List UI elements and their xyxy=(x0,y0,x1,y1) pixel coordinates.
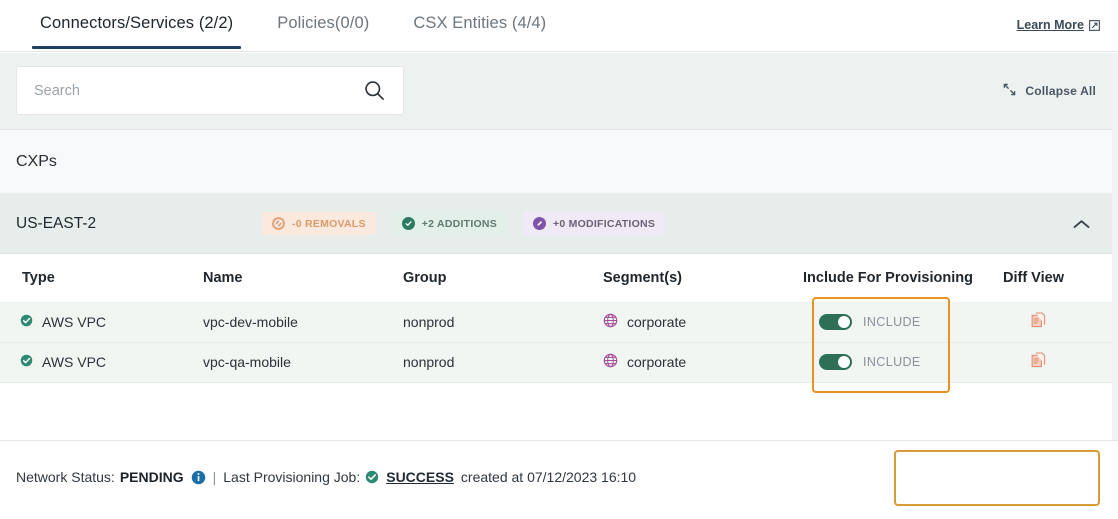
include-label: INCLUDE xyxy=(863,315,921,329)
cell-type-label: AWS VPC xyxy=(42,314,107,330)
cxps-label: CXPs xyxy=(16,152,57,170)
search-input[interactable] xyxy=(17,67,357,114)
provisioning-diff-panel: Connectors/Services (2/2) Policies(0/0) … xyxy=(0,0,1118,519)
cell-group: nonprod xyxy=(400,342,600,383)
cell-segment: corporate xyxy=(600,342,800,383)
learn-more-link[interactable]: Learn More xyxy=(1017,18,1100,32)
search-box[interactable] xyxy=(16,66,404,115)
cell-type: AWS VPC xyxy=(0,302,200,343)
cell-segment-label: corporate xyxy=(627,354,687,370)
table-row: AWS VPC vpc-dev-mobile nonprod corporate… xyxy=(0,302,1118,343)
vertical-scrollbar[interactable] xyxy=(1112,53,1118,440)
cell-diff-view xyxy=(1000,302,1118,343)
cell-diff-view xyxy=(1000,342,1118,383)
badge-label: +2 ADDITIONS xyxy=(421,217,497,230)
learn-more-label: Learn More xyxy=(1016,18,1084,32)
chevron-up-icon[interactable] xyxy=(1068,212,1094,236)
toggle-knob xyxy=(838,316,850,328)
search-icon[interactable] xyxy=(357,80,391,101)
include-toggle[interactable] xyxy=(819,314,852,330)
tab-policies[interactable]: Policies(0/0) xyxy=(255,0,391,52)
edit-circle-icon xyxy=(532,217,546,230)
cell-type-label: AWS VPC xyxy=(42,354,107,370)
toggle-knob xyxy=(838,356,850,368)
check-circle-icon xyxy=(20,354,33,370)
globe-icon xyxy=(603,313,618,331)
collapse-arrows-icon xyxy=(1003,83,1016,99)
tab-csx-entities[interactable]: CSX Entities (4/4) xyxy=(391,0,568,52)
info-icon[interactable] xyxy=(191,470,206,485)
status-line: Network Status: PENDING | Last Provision… xyxy=(16,469,636,485)
diff-document-icon[interactable] xyxy=(1003,311,1118,333)
tab-label: Policies(0/0) xyxy=(277,14,370,32)
network-status-value: PENDING xyxy=(119,469,184,485)
check-circle-icon xyxy=(20,314,33,330)
badge-additions: +2 ADDITIONS xyxy=(391,212,507,235)
region-row-us-east-2[interactable]: US-EAST-2 -0 REMOVALS +2 ADDITIONS +0 MO… xyxy=(0,194,1118,254)
entities-table: Type Name Group Segment(s) Include For P… xyxy=(0,254,1118,440)
job-status-link[interactable]: SUCCESS xyxy=(386,469,454,485)
tab-connectors-services[interactable]: Connectors/Services (2/2) xyxy=(18,0,255,52)
badge-removals: -0 REMOVALS xyxy=(262,212,376,235)
region-name: US-EAST-2 xyxy=(16,214,97,232)
include-toggle[interactable] xyxy=(819,354,852,370)
status-separator: | xyxy=(212,469,217,485)
column-header-type: Type xyxy=(0,254,200,303)
column-header-name: Name xyxy=(200,254,400,303)
cell-segment: corporate xyxy=(600,302,800,343)
globe-icon xyxy=(603,353,618,371)
cell-group: nonprod xyxy=(400,302,600,343)
check-circle-icon xyxy=(401,217,415,230)
diff-document-icon[interactable] xyxy=(1003,351,1118,373)
region-badges: -0 REMOVALS +2 ADDITIONS +0 MODIFICATION… xyxy=(262,212,666,235)
cell-include: INCLUDE xyxy=(800,302,1000,343)
tab-label: CSX Entities (4/4) xyxy=(413,14,547,32)
cell-include: INCLUDE xyxy=(800,342,1000,383)
created-at-text: created at 07/12/2023 16:10 xyxy=(460,469,637,485)
table-header-row: Type Name Group Segment(s) Include For P… xyxy=(0,254,1118,303)
tab-label: Connectors/Services (2/2) xyxy=(40,14,234,32)
column-header-diff-view: Diff View xyxy=(1000,254,1118,303)
footer-bar: Network Status: PENDING | Last Provision… xyxy=(0,440,1118,519)
include-label: INCLUDE xyxy=(863,355,921,369)
cell-name: vpc-qa-mobile xyxy=(200,342,400,383)
external-link-icon xyxy=(1089,19,1100,31)
column-header-include-for-provisioning: Include For Provisioning xyxy=(800,254,1000,303)
badge-label: -0 REMOVALS xyxy=(292,217,366,230)
check-circle-icon xyxy=(365,470,379,484)
column-header-group: Group xyxy=(400,254,600,303)
tab-list: Connectors/Services (2/2) Policies(0/0) … xyxy=(0,0,568,52)
badge-modifications: +0 MODIFICATIONS xyxy=(522,212,666,235)
badge-label: +0 MODIFICATIONS xyxy=(552,217,656,230)
collapse-all-button[interactable]: Collapse All xyxy=(1003,83,1096,99)
table-row: AWS VPC vpc-qa-mobile nonprod corporate … xyxy=(0,342,1118,383)
network-status-label: Network Status: xyxy=(16,469,115,485)
column-header-segments: Segment(s) xyxy=(600,254,800,303)
cell-name: vpc-dev-mobile xyxy=(200,302,400,343)
cell-type: AWS VPC xyxy=(0,342,200,383)
search-toolbar: Collapse All xyxy=(0,53,1118,130)
tab-bar: Connectors/Services (2/2) Policies(0/0) … xyxy=(0,0,1118,52)
last-job-label: Last Provisioning Job: xyxy=(223,469,361,485)
block-icon xyxy=(272,217,285,230)
cxps-section-header: CXPs xyxy=(0,130,1118,194)
cell-segment-label: corporate xyxy=(627,314,687,330)
collapse-all-label: Collapse All xyxy=(1025,84,1096,98)
